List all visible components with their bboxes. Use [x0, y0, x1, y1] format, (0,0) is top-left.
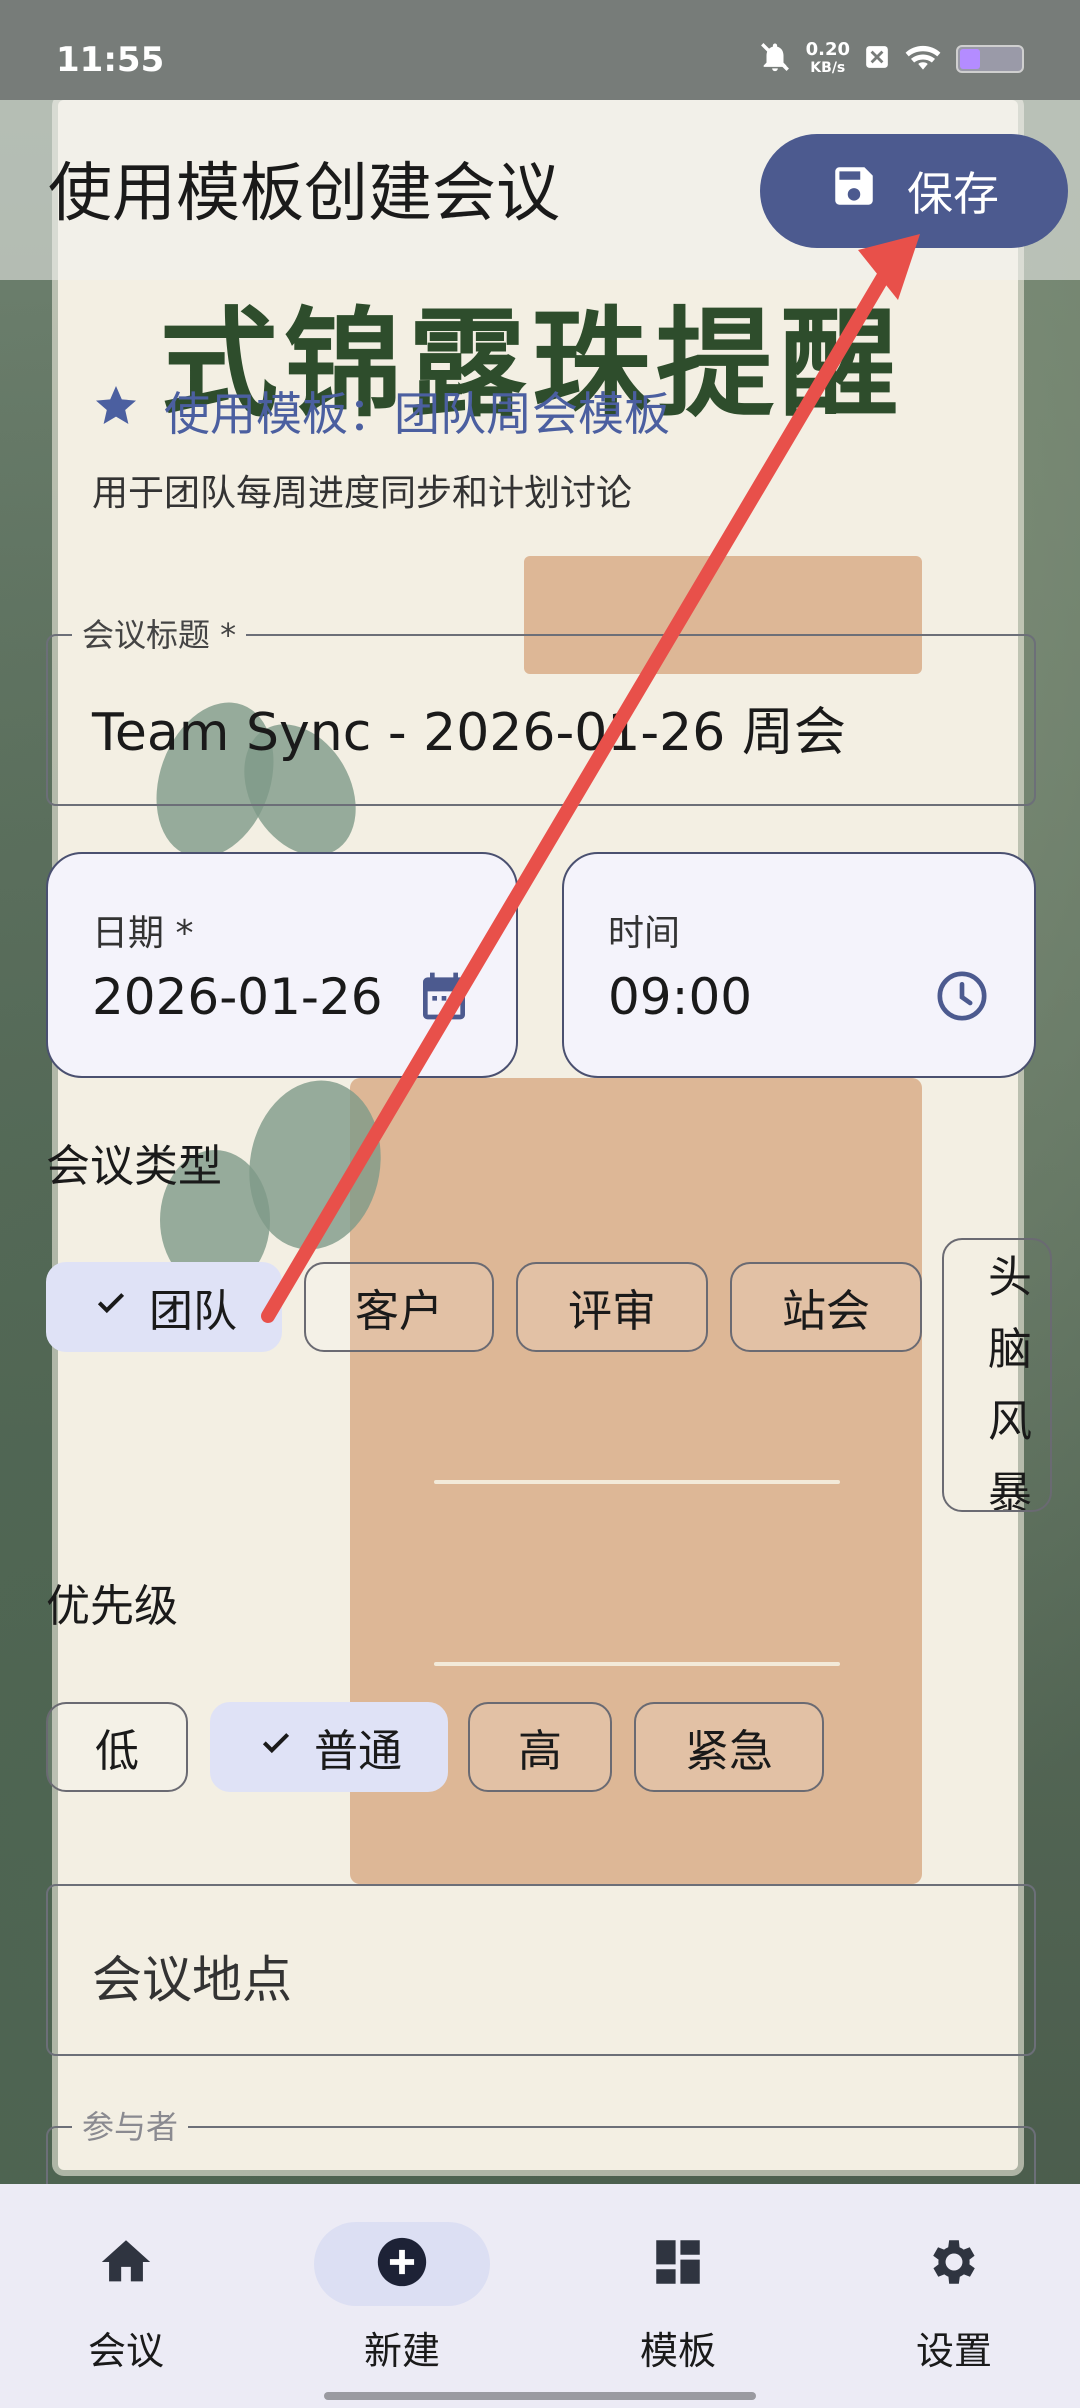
- net-speed: 0.20 KB/s: [806, 41, 850, 77]
- template-title-text: 使用模板：团队周会模板: [164, 387, 670, 441]
- nav-icon-container: [314, 2222, 490, 2306]
- time-field[interactable]: 时间 09:00: [562, 852, 1036, 1078]
- chip-priority-high[interactable]: 高: [468, 1702, 612, 1792]
- status-time: 11:55: [56, 40, 165, 80]
- date-label: 日期 *: [92, 913, 194, 954]
- app-bar: 使用模板创建会议 保存: [0, 100, 1080, 280]
- wifi-icon: [904, 41, 942, 77]
- dashboard-icon: [649, 2233, 707, 2295]
- nav-label: 模板: [639, 2329, 716, 2373]
- nav-icon-container: [590, 2222, 766, 2306]
- check-icon: [256, 1722, 296, 1773]
- nav-icon-container: [38, 2222, 214, 2306]
- nav-item-meetings[interactable]: 会议: [26, 2222, 226, 2375]
- home-indicator: [324, 2392, 756, 2400]
- notification-x-icon: [864, 43, 890, 75]
- time-value: 09:00: [608, 968, 753, 1026]
- nav-item-templates[interactable]: 模板: [578, 2222, 778, 2375]
- clock-icon[interactable]: [934, 968, 990, 1024]
- battery-icon: [956, 45, 1024, 73]
- home-icon: [97, 2233, 155, 2295]
- chip-label: 站会: [782, 1286, 870, 1337]
- meeting-title-value: Team Sync - 2026-01-26 周会: [92, 703, 846, 763]
- chip-meeting-type-brainstorm[interactable]: 头脑风暴: [942, 1238, 1052, 1512]
- chip-label: 高: [518, 1726, 562, 1777]
- nav-label: 新建: [363, 2329, 440, 2373]
- status-icons: 0.20 KB/s: [758, 40, 1024, 78]
- chip-label: 客户: [355, 1286, 443, 1337]
- chip-label: 低: [95, 1726, 139, 1777]
- save-button-label: 保存: [907, 167, 999, 221]
- chip-label: 紧急: [685, 1726, 773, 1777]
- nav-label: 设置: [915, 2329, 992, 2373]
- chip-label: 评审: [568, 1286, 656, 1337]
- chip-label: 普通: [314, 1726, 402, 1777]
- chip-meeting-type-standup[interactable]: 站会: [730, 1262, 922, 1352]
- chip-meeting-type-review[interactable]: 评审: [516, 1262, 708, 1352]
- chip-priority-normal[interactable]: 普通: [210, 1702, 448, 1792]
- date-field[interactable]: 日期 * 2026-01-26: [46, 852, 518, 1078]
- location-field[interactable]: 会议地点: [46, 1884, 1036, 2056]
- status-bar: 11:55 0.20 KB/s: [0, 0, 1080, 100]
- calendar-icon[interactable]: [416, 968, 472, 1024]
- net-speed-value: 0.20: [805, 39, 850, 60]
- add-circle-icon: [373, 2233, 431, 2295]
- background-line: [434, 1662, 840, 1666]
- bottom-navigation: 会议 新建 模板 设置: [0, 2184, 1080, 2408]
- save-button[interactable]: 保存: [760, 134, 1068, 248]
- check-icon: [91, 1282, 131, 1333]
- gear-icon: [925, 2233, 983, 2295]
- date-value: 2026-01-26: [92, 968, 383, 1026]
- nav-item-settings[interactable]: 设置: [854, 2222, 1054, 2375]
- template-title: 使用模板：团队周会模板: [92, 378, 670, 444]
- chip-label: 团队: [149, 1286, 237, 1337]
- nav-label: 会议: [87, 2329, 164, 2373]
- nav-item-new[interactable]: 新建: [302, 2222, 502, 2375]
- meeting-type-label: 会议类型: [46, 1141, 222, 1192]
- background-line: [434, 1480, 840, 1484]
- chip-meeting-type-team[interactable]: 团队: [46, 1262, 282, 1352]
- save-icon: [829, 161, 879, 222]
- meeting-title-field[interactable]: 会议标题 * Team Sync - 2026-01-26 周会: [46, 610, 1036, 806]
- chip-label: 头脑风暴: [988, 1252, 1032, 1512]
- mute-icon: [758, 40, 792, 78]
- meeting-title-label: 会议标题 *: [72, 610, 247, 656]
- nav-icon-container: [866, 2222, 1042, 2306]
- chip-priority-urgent[interactable]: 紧急: [634, 1702, 824, 1792]
- chip-meeting-type-client[interactable]: 客户: [304, 1262, 494, 1352]
- net-speed-unit: KB/s: [810, 60, 846, 76]
- template-description: 用于团队每周进度同步和计划讨论: [92, 473, 633, 514]
- star-icon: [92, 382, 140, 441]
- chip-priority-low[interactable]: 低: [46, 1702, 188, 1792]
- location-placeholder: 会议地点: [92, 1951, 292, 2009]
- time-label: 时间: [608, 913, 681, 954]
- page-title: 使用模板创建会议: [48, 157, 560, 231]
- participants-label: 参与者: [72, 2102, 189, 2148]
- priority-label: 优先级: [46, 1581, 178, 1632]
